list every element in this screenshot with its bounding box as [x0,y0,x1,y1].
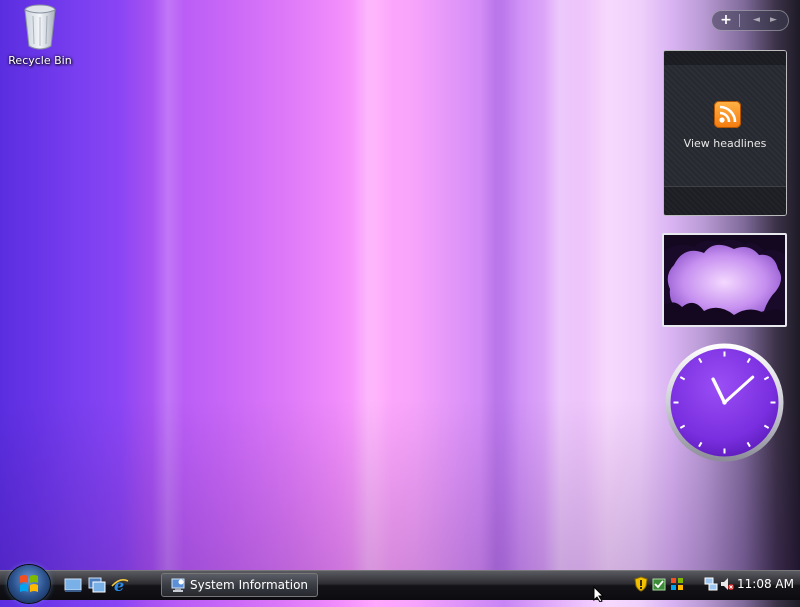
mouse-pointer-icon [593,585,605,606]
feed-gadget-top-bar [664,51,786,65]
sidebar-controls-divider [739,14,740,27]
security-alert-icon[interactable] [634,576,648,592]
slideshow-gadget[interactable] [662,233,787,327]
recycle-bin-label: Recycle Bin [8,54,72,67]
system-information-icon [171,578,185,592]
volume-muted-icon[interactable] [720,576,734,592]
clock-time[interactable]: 11:08 AM [737,577,794,591]
switch-windows-icon[interactable] [88,577,106,593]
sidebar-controls: + ◄ ► [711,10,789,31]
recycle-bin-icon [24,4,56,50]
rss-feed-icon [714,101,741,128]
next-gadgets-button[interactable]: ► [770,13,777,28]
network-icon[interactable] [704,576,718,592]
task-label: System Information [190,578,309,592]
clock-face [665,343,784,462]
add-gadget-button[interactable]: + [718,12,734,29]
show-desktop-icon[interactable] [64,577,82,593]
feed-gadget-bottom-bar [664,186,786,215]
windows-start-orb [20,575,38,592]
task-system-information[interactable]: System Information [161,573,318,597]
defender-icon[interactable] [652,576,666,592]
slideshow-image [664,235,785,325]
start-button[interactable] [8,565,50,603]
windows-update-icon[interactable] [670,576,684,592]
clock-gadget[interactable] [664,342,785,463]
previous-gadgets-button[interactable]: ◄ [753,13,760,28]
internet-explorer-icon[interactable]: e [111,576,129,595]
recycle-bin-desktop-icon[interactable]: Recycle Bin [6,2,74,67]
view-headlines-link[interactable]: View headlines [664,137,786,150]
feed-headlines-gadget[interactable]: View headlines [663,50,787,216]
